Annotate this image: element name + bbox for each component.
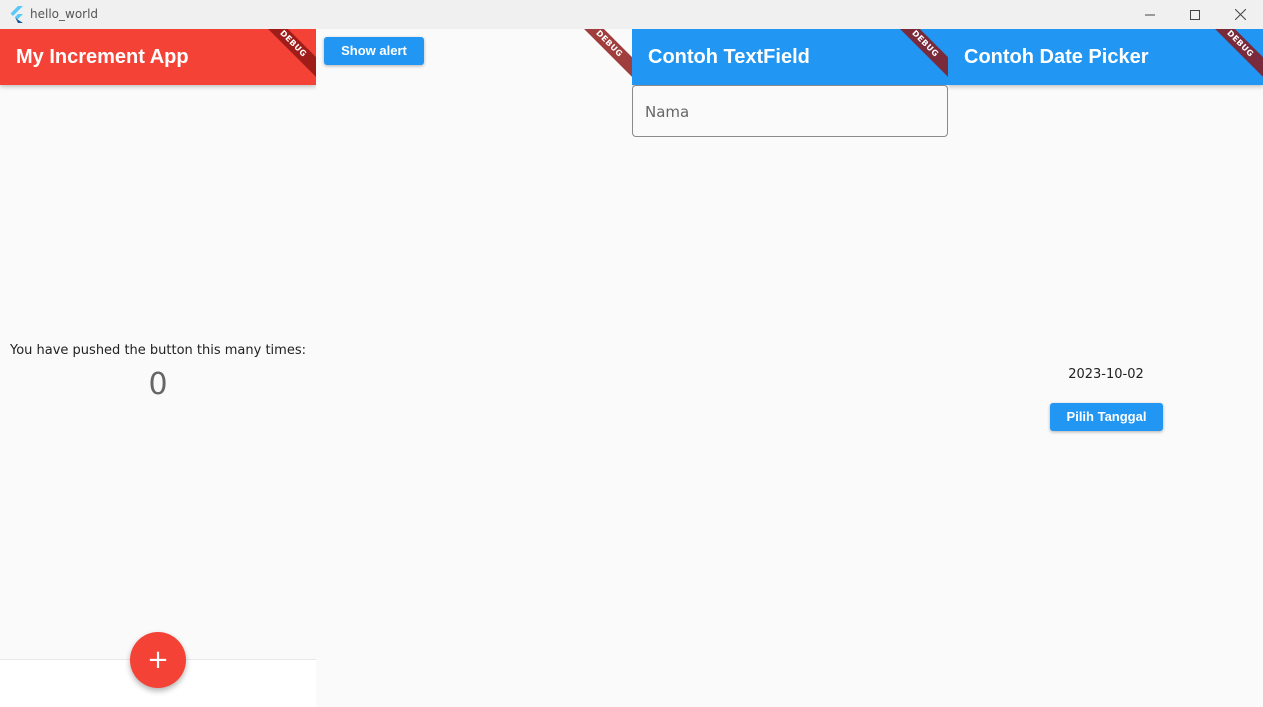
counter-label: You have pushed the button this many tim… — [9, 343, 306, 358]
increment-app-pane: My Increment App DEBUG You have pushed t… — [0, 29, 316, 707]
increment-app-bar: My Increment App — [0, 29, 316, 85]
pick-date-button[interactable]: Pilih Tanggal — [1050, 403, 1163, 431]
counter-value: 0 — [148, 367, 168, 402]
close-button[interactable] — [1217, 0, 1263, 29]
debug-banner: DEBUG — [572, 29, 632, 81]
window-titlebar: hello_world — [0, 0, 1263, 29]
increment-fab-button[interactable]: + — [130, 632, 186, 688]
increment-app-title: My Increment App — [16, 46, 189, 68]
alert-pane: Show alert DEBUG — [316, 29, 632, 707]
datepicker-app-title: Contoh Date Picker — [964, 46, 1149, 68]
window-title: hello_world — [30, 7, 99, 21]
nama-placeholder: Nama — [645, 103, 690, 121]
show-alert-button[interactable]: Show alert — [324, 37, 424, 65]
minimize-button[interactable] — [1127, 0, 1173, 29]
nama-input[interactable]: Nama — [632, 85, 948, 137]
maximize-button[interactable] — [1172, 0, 1218, 29]
datepicker-app-bar: Contoh Date Picker — [948, 29, 1263, 85]
textfield-app-bar: Contoh TextField — [632, 29, 948, 85]
selected-date: 2023-10-02 — [1068, 367, 1144, 382]
textfield-app-title: Contoh TextField — [648, 46, 810, 68]
minimize-icon — [1145, 14, 1155, 15]
textfield-pane: Contoh TextField DEBUG Nama — [632, 29, 948, 707]
maximize-icon — [1190, 9, 1200, 20]
flutter-logo-icon — [10, 6, 23, 23]
datepicker-pane: Contoh Date Picker DEBUG 2023-10-02 Pili… — [948, 29, 1263, 707]
plus-icon: + — [147, 645, 169, 675]
close-icon — [1234, 9, 1246, 20]
